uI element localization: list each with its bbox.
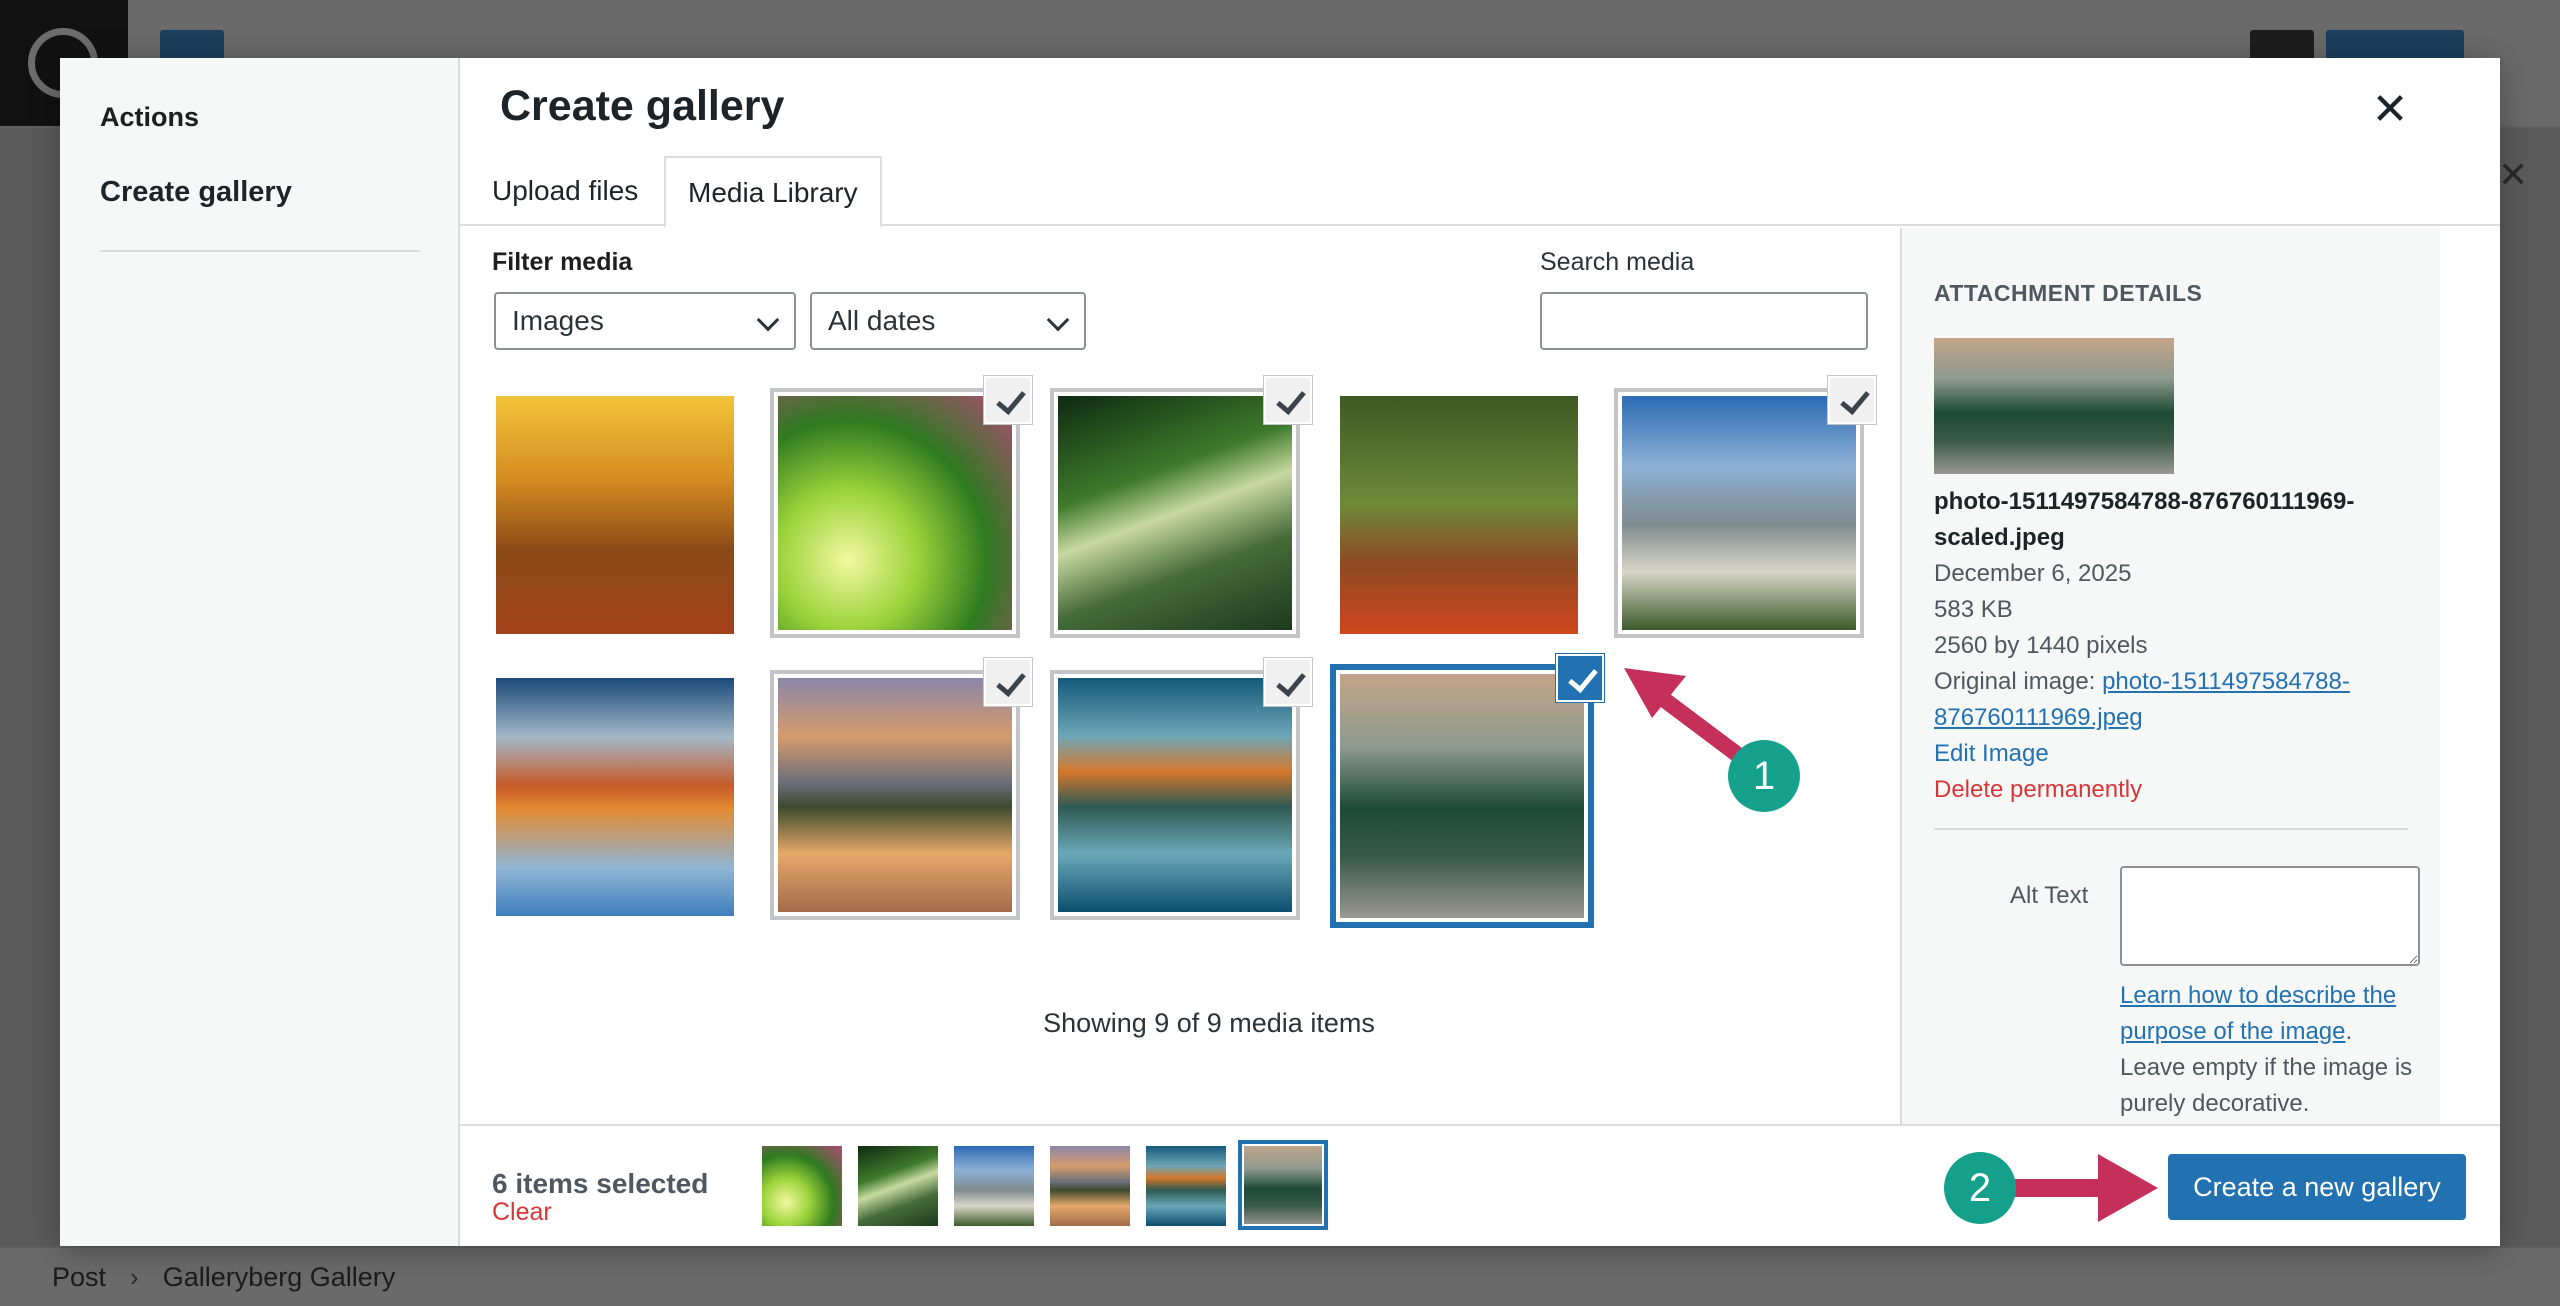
alt-text-help: Learn how to describe the purpose of the… bbox=[2120, 978, 2420, 1122]
media-item-autumn-lake[interactable] bbox=[490, 672, 740, 922]
breadcrumb-block[interactable]: Galleryberg Gallery bbox=[163, 1262, 396, 1293]
media-item-pine-forest-mountains[interactable] bbox=[1330, 654, 1604, 928]
attachment-info: photo-1511497584788-876760111969-scaled.… bbox=[1934, 484, 2404, 808]
filter-media-label: Filter media bbox=[492, 248, 633, 276]
chevron-down-icon bbox=[1046, 308, 1070, 332]
attachment-thumbnail bbox=[1934, 338, 2174, 474]
tab-upload-files[interactable]: Upload files bbox=[492, 156, 638, 228]
selected-thumb[interactable] bbox=[1146, 1146, 1226, 1226]
checkmark-icon[interactable] bbox=[1264, 658, 1312, 706]
attachment-original: Original image: photo-1511497584788-8767… bbox=[1934, 664, 2404, 736]
alt-help-link[interactable]: Learn how to describe the purpose of the… bbox=[2120, 982, 2396, 1045]
selected-thumb[interactable] bbox=[762, 1146, 842, 1226]
media-item-pink-blossoms[interactable] bbox=[770, 376, 1032, 638]
search-input[interactable] bbox=[1540, 292, 1868, 350]
edit-image-link[interactable]: Edit Image bbox=[1934, 736, 2404, 772]
menu-divider bbox=[100, 250, 420, 252]
showing-count: Showing 9 of 9 media items bbox=[1043, 1008, 1375, 1038]
breadcrumb: Post › Galleryberg Gallery bbox=[52, 1262, 395, 1293]
checkmark-icon[interactable] bbox=[984, 376, 1032, 424]
search-media-label: Search media bbox=[1540, 248, 1695, 276]
media-item-mountain-sunset-reflection[interactable] bbox=[770, 658, 1032, 920]
selected-thumb[interactable] bbox=[858, 1146, 938, 1226]
media-item-mountain-valley[interactable] bbox=[1614, 376, 1876, 638]
checkmark-icon[interactable] bbox=[984, 658, 1032, 706]
media-item-lake-mountain-reflection[interactable] bbox=[1050, 658, 1312, 920]
media-thumbnail bbox=[778, 396, 1012, 630]
delete-permanently-link[interactable]: Delete permanently bbox=[1934, 772, 2404, 808]
chevron-right-icon: › bbox=[130, 1262, 139, 1292]
attachment-dimensions: 2560 by 1440 pixels bbox=[1934, 632, 2148, 659]
attachment-date: December 6, 2025 bbox=[1934, 560, 2132, 587]
selected-thumb[interactable] bbox=[954, 1146, 1034, 1226]
media-type-value: Images bbox=[512, 305, 604, 336]
media-thumbnail bbox=[496, 678, 734, 916]
selected-thumb-active[interactable] bbox=[1238, 1140, 1328, 1230]
breadcrumb-post[interactable]: Post bbox=[52, 1262, 106, 1293]
media-thumbnail bbox=[1622, 396, 1856, 630]
media-type-select[interactable]: Images bbox=[494, 292, 796, 350]
media-thumbnail bbox=[1340, 674, 1584, 918]
date-select[interactable]: All dates bbox=[810, 292, 1086, 350]
media-thumbnail bbox=[1058, 678, 1292, 912]
selection-count: 6 items selected bbox=[492, 1168, 709, 1199]
date-value: All dates bbox=[828, 305, 936, 336]
clear-selection-link[interactable]: Clear bbox=[492, 1198, 552, 1227]
menu-heading: Actions bbox=[100, 102, 200, 132]
menu-item-create-gallery[interactable]: Create gallery bbox=[100, 176, 292, 209]
alt-text-label: Alt Text bbox=[2010, 882, 2089, 909]
sidebar-close-icon: ✕ bbox=[2498, 154, 2529, 195]
media-thumbnail bbox=[1340, 396, 1578, 634]
attachment-filename: photo-1511497584788-876760111969-scaled.… bbox=[1934, 488, 2355, 551]
media-item-forest-sunbeams[interactable] bbox=[1050, 376, 1312, 638]
attachment-details: ATTACHMENT DETAILS photo-1511497584788-8… bbox=[1900, 228, 2440, 1124]
alt-text-field[interactable] bbox=[2120, 866, 2420, 966]
checkmark-icon[interactable] bbox=[1264, 376, 1312, 424]
selected-thumb[interactable] bbox=[1050, 1146, 1130, 1226]
checkmark-icon[interactable] bbox=[1828, 376, 1876, 424]
checkmark-icon[interactable] bbox=[1556, 654, 1604, 702]
attachment-size: 583 KB bbox=[1934, 596, 2013, 623]
media-item-autumn-path[interactable] bbox=[490, 390, 740, 640]
media-thumbnail bbox=[496, 396, 734, 634]
tab-media-library[interactable]: Media Library bbox=[664, 156, 882, 228]
chevron-down-icon bbox=[756, 308, 780, 332]
tab-bar: Upload files Media Library bbox=[460, 100, 2500, 228]
annotation-badge-2: 2 bbox=[1944, 1152, 2016, 1224]
media-thumbnail bbox=[778, 678, 1012, 912]
attachment-divider bbox=[1934, 828, 2408, 830]
media-thumbnail bbox=[1058, 396, 1292, 630]
modal-menu: Actions Create gallery bbox=[60, 58, 460, 1246]
attachment-heading: ATTACHMENT DETAILS bbox=[1934, 280, 2203, 306]
original-label: Original image: bbox=[1934, 668, 2096, 695]
media-item-red-leaf-forest[interactable] bbox=[1334, 390, 1584, 640]
annotation-badge-1: 1 bbox=[1728, 740, 1800, 812]
create-new-gallery-button[interactable]: Create a new gallery bbox=[2168, 1154, 2466, 1220]
